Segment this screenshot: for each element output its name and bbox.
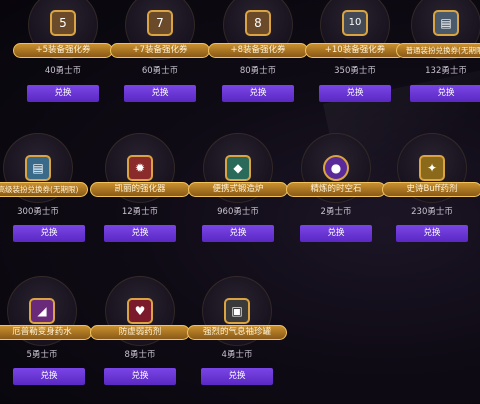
item-price: 300勇士币: [17, 207, 59, 217]
shop-item-card: 7 +7装备强化券 60勇士币 兑换: [110, 0, 210, 140]
ticket-icon: 5: [50, 10, 76, 36]
item-name: +5装备强化券: [13, 43, 113, 58]
shop-item-card: ✦ 史诗Buff药剂 230勇士币 兑换: [382, 127, 480, 261]
exchange-button[interactable]: 兑换: [396, 225, 468, 242]
exchange-button[interactable]: 兑换: [124, 85, 196, 102]
transform-potion-icon: ◢: [29, 298, 55, 324]
exchange-button[interactable]: 兑换: [202, 225, 274, 242]
buff-potion-icon: ✦: [419, 155, 445, 181]
item-price: 60勇士币: [141, 66, 179, 76]
item-price: 80勇士币: [239, 66, 277, 76]
item-name: 凯丽的强化器: [90, 182, 190, 197]
item-price: 8勇士币: [124, 350, 156, 360]
item-price: 40勇士币: [44, 66, 82, 76]
shop-item-card: 10 +10装备强化券 350勇士币 兑换: [305, 0, 405, 140]
outfit-ticket-icon: ▤: [25, 155, 51, 181]
item-name: 史诗Buff药剂: [382, 182, 480, 197]
spacetime-stone-icon: ●: [323, 155, 349, 181]
item-price: 230勇士币: [411, 207, 453, 217]
item-name: 高级装扮兑换券(无期限): [0, 182, 88, 197]
ticket-icon: 8: [245, 10, 271, 36]
shop-item-card: ✹ 凯丽的强化器 12勇士币 兑换: [90, 127, 190, 261]
shop-item-card: ▤ 普通装扮兑换券(无期限) 132勇士币 兑换: [396, 0, 480, 140]
item-name: 便携式锻造炉: [188, 182, 288, 197]
exchange-button[interactable]: 兑换: [410, 85, 480, 102]
exchange-button[interactable]: 兑换: [300, 225, 372, 242]
exchange-button[interactable]: 兑换: [222, 85, 294, 102]
shop-item-card: ◆ 便携式锻造炉 960勇士币 兑换: [188, 127, 288, 261]
item-name: 普通装扮兑换券(无期限): [396, 43, 480, 58]
exchange-button[interactable]: 兑换: [104, 368, 176, 385]
shop-item-card: 5 +5装备强化券 40勇士币 兑换: [13, 0, 113, 140]
item-price: 5勇士币: [26, 350, 58, 360]
item-name: +7装备强化券: [110, 43, 210, 58]
shop-item-card: ♥ 防虚弱药剂 8勇士币 兑换: [90, 270, 190, 404]
forge-icon: ◆: [225, 155, 251, 181]
outfit-ticket-icon: ▤: [433, 10, 459, 36]
shop-item-card: ◢ 厄普勒变身药水 5勇士币 兑换: [0, 270, 92, 404]
enhancer-icon: ✹: [127, 155, 153, 181]
exchange-button[interactable]: 兑换: [27, 85, 99, 102]
shop-item-card: ▤ 高级装扮兑换券(无期限) 300勇士币 兑换: [0, 127, 88, 261]
item-name: 强烈的气息袖珍罐: [187, 325, 287, 340]
item-name: 厄普勒变身药水: [0, 325, 92, 340]
exchange-button[interactable]: 兑换: [319, 85, 391, 102]
item-price: 960勇士币: [217, 207, 259, 217]
item-name: +10装备强化券: [305, 43, 405, 58]
exchange-button[interactable]: 兑换: [201, 368, 273, 385]
shop-item-card: 8 +8装备强化券 80勇士币 兑换: [208, 0, 308, 140]
exchange-button[interactable]: 兑换: [13, 225, 85, 242]
exchange-button[interactable]: 兑换: [13, 368, 85, 385]
item-price: 2勇士币: [320, 207, 352, 217]
ticket-icon: 10: [342, 10, 368, 36]
shop-item-card: ● 精炼的时空石 2勇士币 兑换: [286, 127, 386, 261]
item-price: 132勇士币: [425, 66, 467, 76]
item-name: 防虚弱药剂: [90, 325, 190, 340]
item-price: 4勇士币: [221, 350, 253, 360]
potion-icon: ♥: [127, 298, 153, 324]
ticket-icon: 7: [147, 10, 173, 36]
item-price: 12勇士币: [121, 207, 159, 217]
shop-item-card: ▣ 强烈的气息袖珍罐 4勇士币 兑换: [187, 270, 287, 404]
item-name: +8装备强化券: [208, 43, 308, 58]
jar-icon: ▣: [224, 298, 250, 324]
exchange-button[interactable]: 兑换: [104, 225, 176, 242]
item-name: 精炼的时空石: [286, 182, 386, 197]
item-price: 350勇士币: [334, 66, 376, 76]
